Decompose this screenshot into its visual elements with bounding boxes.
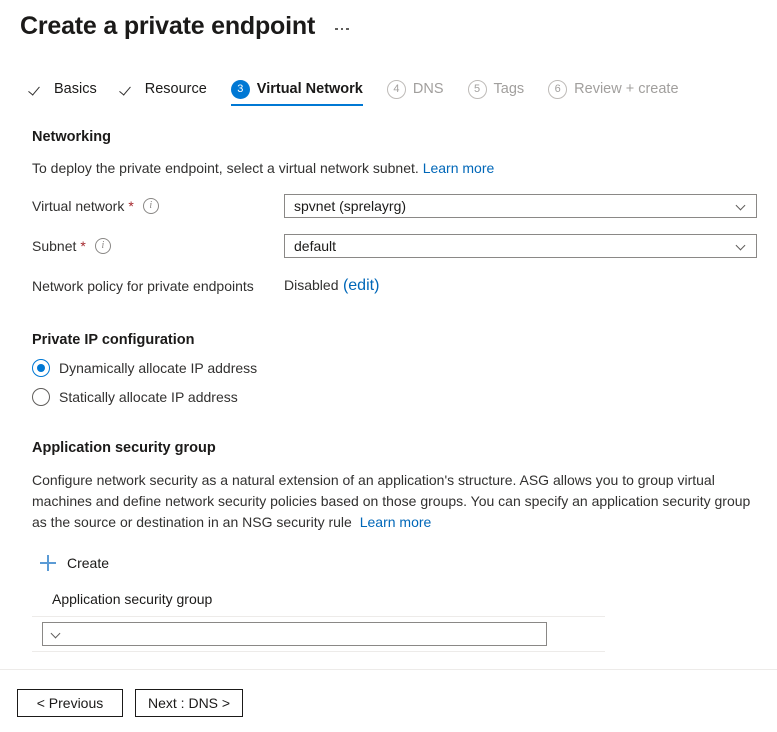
- tab-number-badge: 4: [386, 79, 406, 99]
- tab-review-create[interactable]: 6 Review + create: [548, 72, 679, 106]
- required-asterisk: *: [128, 198, 134, 214]
- chevron-down-icon: [737, 202, 746, 211]
- more-options-icon[interactable]: [331, 24, 353, 35]
- networking-description-text: To deploy the private endpoint, select a…: [32, 160, 419, 176]
- radio-static-ip-label: Statically allocate IP address: [59, 389, 238, 405]
- page-header: Create a private endpoint: [0, 0, 777, 42]
- virtual-network-label-group: Virtual network * i: [32, 198, 284, 214]
- network-policy-value: Disabled: [284, 277, 339, 293]
- tab-tags[interactable]: 5 Tags: [467, 72, 525, 106]
- radio-button-selected[interactable]: [32, 359, 50, 377]
- next-dns-button[interactable]: Next : DNS >: [135, 689, 244, 717]
- page-title: Create a private endpoint: [20, 12, 316, 40]
- asg-select[interactable]: [42, 622, 547, 646]
- tab-basics-label: Basics: [54, 81, 97, 97]
- tab-number-badge: 3: [230, 79, 250, 99]
- virtual-network-value: spvnet (sprelayrg): [294, 198, 407, 214]
- radio-static-ip[interactable]: Statically allocate IP address: [32, 388, 757, 406]
- asg-select-wrapper: [32, 617, 605, 651]
- info-icon[interactable]: i: [94, 238, 111, 254]
- radio-dynamic-ip[interactable]: Dynamically allocate IP address: [32, 359, 757, 377]
- asg-heading: Application security group: [32, 440, 216, 456]
- subnet-label: Subnet: [32, 238, 77, 254]
- tab-number-badge: 5: [467, 79, 487, 99]
- network-policy-label-group: Network policy for private endpoints: [32, 278, 284, 294]
- tab-dns[interactable]: 4 DNS: [386, 72, 444, 106]
- check-icon: [30, 81, 47, 98]
- virtual-network-label: Virtual network: [32, 198, 125, 214]
- tab-resource-label: Resource: [144, 81, 207, 97]
- tab-basics[interactable]: Basics: [30, 72, 97, 106]
- tab-resource[interactable]: Resource: [121, 72, 207, 106]
- subnet-label-group: Subnet * i: [32, 238, 284, 254]
- chevron-down-icon: [52, 630, 61, 639]
- asg-learn-more-link[interactable]: Learn more: [360, 514, 432, 530]
- required-asterisk: *: [80, 238, 86, 254]
- tab-virtual-network[interactable]: 3 Virtual Network: [230, 72, 363, 106]
- radio-button-unselected[interactable]: [32, 388, 50, 406]
- main-content: Networking To deploy the private endpoin…: [0, 129, 777, 652]
- tab-virtual-network-label: Virtual Network: [256, 81, 363, 97]
- asg-field-label: Application security group: [52, 591, 213, 607]
- network-policy-edit-link[interactable]: (edit): [343, 277, 379, 294]
- virtual-network-select[interactable]: spvnet (sprelayrg): [284, 194, 757, 218]
- virtual-network-row: Virtual network * i spvnet (sprelayrg): [32, 194, 757, 218]
- wizard-footer: < Previous Next : DNS >: [0, 669, 777, 732]
- radio-dynamic-ip-label: Dynamically allocate IP address: [59, 360, 258, 376]
- subnet-select[interactable]: default: [284, 234, 757, 258]
- network-policy-value-group: Disabled (edit): [284, 277, 379, 295]
- active-tab-underline: [230, 103, 363, 106]
- private-ip-heading: Private IP configuration: [32, 332, 195, 348]
- asg-description: Configure network security as a natural …: [32, 470, 757, 533]
- tab-review-create-label: Review + create: [574, 81, 679, 97]
- networking-learn-more-link[interactable]: Learn more: [423, 160, 495, 176]
- tab-number-badge: 6: [548, 79, 568, 99]
- networking-heading: Networking: [32, 129, 111, 145]
- subnet-value: default: [294, 238, 337, 254]
- info-icon[interactable]: i: [142, 198, 159, 214]
- previous-button[interactable]: < Previous: [17, 689, 123, 717]
- tab-tags-label: Tags: [493, 81, 525, 97]
- check-icon: [121, 81, 138, 98]
- create-asg-label: Create: [67, 555, 110, 571]
- network-policy-row: Network policy for private endpoints Dis…: [32, 274, 757, 298]
- wizard-tabs: Basics Resource 3 Virtual Network 4 DNS …: [0, 72, 777, 106]
- networking-description: To deploy the private endpoint, select a…: [32, 158, 757, 178]
- tab-dns-label: DNS: [412, 81, 444, 97]
- subnet-row: Subnet * i default: [32, 234, 757, 258]
- chevron-down-icon: [737, 242, 746, 251]
- footer-buttons: < Previous Next : DNS >: [0, 670, 777, 717]
- create-asg-button[interactable]: Create: [40, 555, 109, 571]
- network-policy-label: Network policy for private endpoints: [32, 278, 254, 294]
- plus-icon: [40, 555, 56, 571]
- asg-divider-bottom: [32, 651, 605, 652]
